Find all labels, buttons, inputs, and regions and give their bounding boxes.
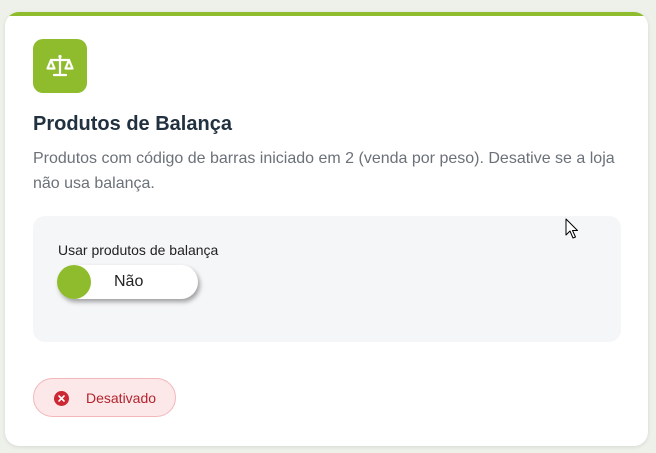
toggle-knob [57, 265, 91, 299]
card-description: Produtos com código de barras iniciado e… [33, 150, 615, 192]
status-badge: Desativado [33, 378, 176, 417]
scale-icon-box [33, 39, 87, 93]
error-circle-icon [54, 391, 69, 406]
card-title: Produtos de Balança [33, 113, 232, 135]
setting-label: Usar produtos de balança [58, 242, 219, 258]
toggle-value: Não [114, 273, 144, 290]
mouse-cursor-icon [565, 218, 578, 239]
scale-products-toggle[interactable]: Não [57, 265, 198, 299]
setting-panel: Usar produtos de balança Não [33, 216, 621, 342]
card-accent-bar [5, 12, 648, 16]
status-label: Desativado [86, 390, 157, 406]
settings-card: Produtos de Balança Produtos com código … [5, 12, 648, 446]
scale-icon [46, 54, 74, 77]
